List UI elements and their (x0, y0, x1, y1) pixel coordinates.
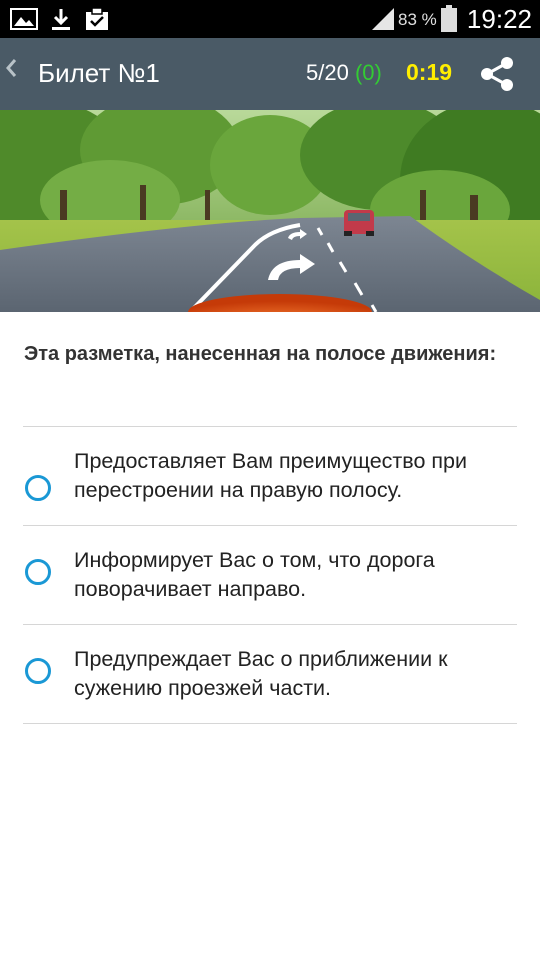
download-icon (52, 9, 70, 30)
back-button[interactable] (4, 56, 18, 87)
clipboard-icon (86, 7, 108, 30)
question-progress: 5/20 (0) (306, 60, 382, 86)
radio-button[interactable] (25, 658, 51, 684)
share-icon[interactable] (478, 55, 516, 93)
progress-count: 5/20 (306, 60, 349, 85)
ticket-title: Билет №1 (38, 58, 160, 88)
radio-button[interactable] (25, 559, 51, 585)
image-icon (10, 8, 38, 30)
correct-count: (0) (354, 60, 382, 85)
status-bar: 83 % 19:22 (0, 0, 540, 38)
clock: 19:22 (466, 4, 532, 34)
answer-option-1[interactable]: Предоставляет Вам преимущество при перес… (23, 426, 517, 525)
question-text: Эта разметка, нанесенная на полосе движе… (24, 343, 497, 365)
timer: 0:19 (406, 59, 453, 85)
chevron-left-icon (6, 59, 17, 77)
question-image (0, 110, 540, 312)
answer-options: Предоставляет Вам преимущество при перес… (23, 426, 517, 724)
answer-option-3[interactable]: Предупреждает Вас о приближении к сужени… (23, 624, 517, 724)
signal-icon (372, 8, 394, 30)
battery-icon (441, 5, 457, 32)
action-bar: Билет №1 5/20 (0) 0:19 (0, 38, 540, 110)
answer-label: Предоставляет Вам преимущество при перес… (74, 449, 468, 502)
radio-button[interactable] (25, 475, 51, 501)
answer-label: Информирует Вас о том, что дорога повора… (74, 548, 435, 601)
battery-percent: 83 % (398, 10, 437, 29)
answer-label: Предупреждает Вас о приближении к сужени… (74, 647, 448, 700)
answer-option-2[interactable]: Информирует Вас о том, что дорога повора… (23, 525, 517, 624)
